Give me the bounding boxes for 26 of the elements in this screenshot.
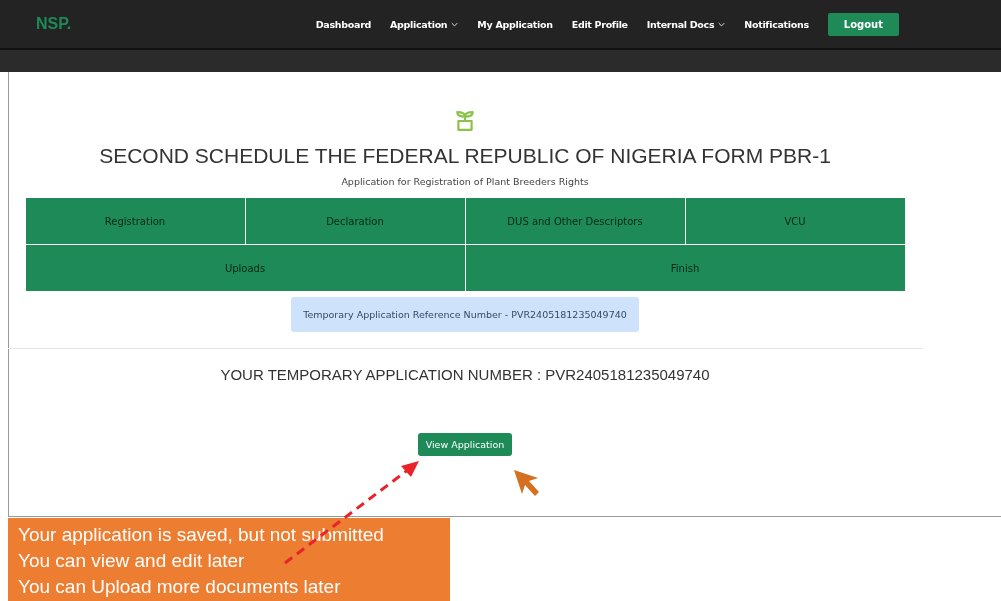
chevron-icon [451,21,459,27]
chevron-icon [718,21,726,27]
plant-icon [454,110,476,132]
step-tab[interactable]: Registration [25,198,245,244]
logout-button[interactable]: Logout [827,12,899,36]
brand-logo[interactable]: NSP. [36,15,72,33]
nav-link[interactable]: Internal Docs [646,18,726,30]
cursor-arrow-icon [512,468,542,498]
step-tab[interactable]: VCU [685,198,905,244]
nav-link[interactable]: Application [390,18,459,30]
application-number: YOUR TEMPORARY APPLICATION NUMBER : PVR2405181235049740 [220,366,710,383]
annotation-text: Your application is saved, but not submitted [18,523,385,547]
nav-link[interactable]: Dashboard [315,18,372,30]
nav-link[interactable]: My Application [477,18,553,30]
reference-notice: Temporary Application Reference Number - PVR2405181235049740 [291,297,639,332]
annotation-text: You can view and edit later [18,549,246,573]
form-title: SECOND SCHEDULE THE FEDERAL REPUBLIC OF NIGERIA FORM PBR-1 [99,144,831,168]
view-application-button[interactable]: View Application [417,433,513,456]
step-tab[interactable]: Declaration [245,198,465,244]
step-tab[interactable]: DUS and Other Descriptors [465,198,685,244]
nav-link[interactable]: Edit Profile [571,18,628,30]
annotation-text: You can Upload more documents later [18,575,342,599]
form-subtitle: Application for Registration of Plant Breeders Rights [341,176,589,187]
step-tab[interactable]: Finish [465,245,905,291]
step-tab[interactable]: Uploads [25,245,465,291]
nav-link[interactable]: Notifications [744,18,809,30]
